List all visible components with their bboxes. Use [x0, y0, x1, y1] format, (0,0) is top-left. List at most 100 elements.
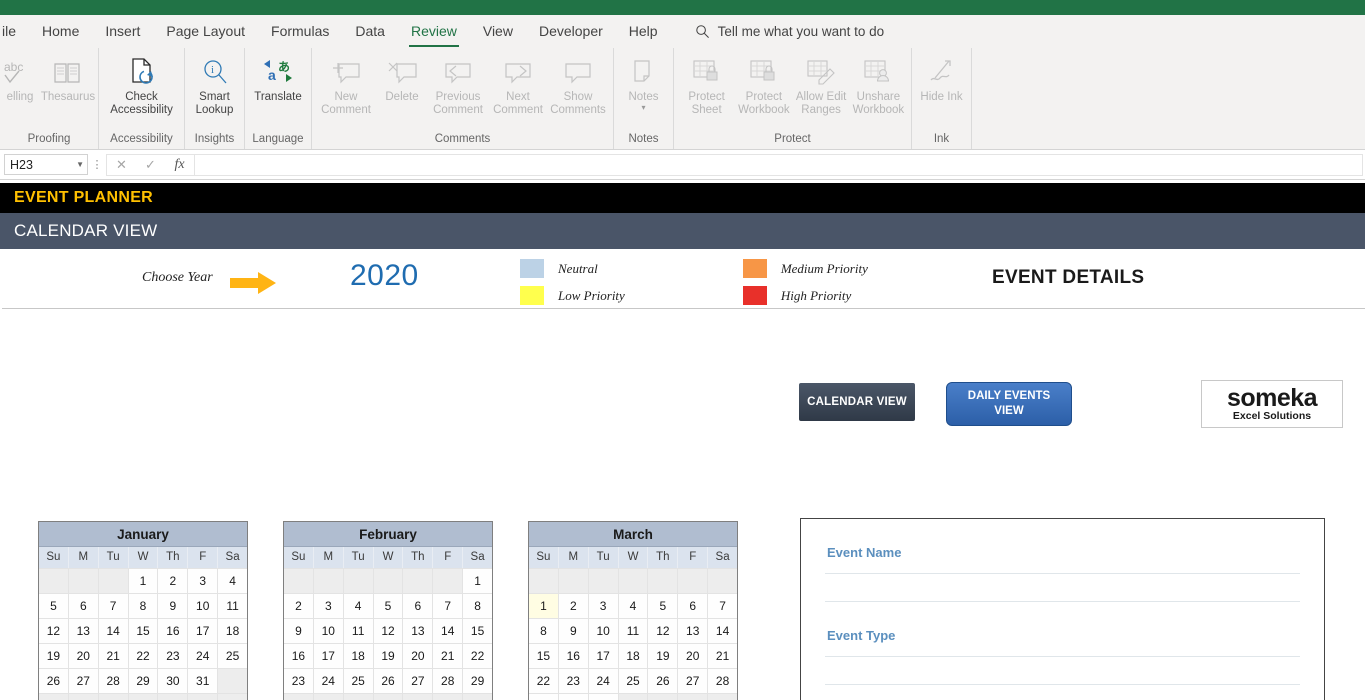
calendar-day-cell[interactable]: 24 — [314, 668, 344, 693]
calendar-day-cell[interactable]: 16 — [284, 643, 314, 668]
calendar-day-cell[interactable]: 31 — [589, 693, 619, 700]
calendar-day-cell[interactable]: 16 — [158, 618, 188, 643]
calendar-day-cell[interactable]: 10 — [314, 618, 344, 643]
tab-data[interactable]: Data — [342, 17, 398, 46]
calendar-day-cell[interactable]: 21 — [99, 643, 129, 668]
tab-file[interactable]: ile — [0, 17, 29, 46]
calendar-day-cell[interactable]: 25 — [619, 668, 649, 693]
calendar-day-cell[interactable]: 23 — [284, 668, 314, 693]
calendar-day-cell[interactable]: 12 — [374, 618, 404, 643]
calendar-day-cell[interactable]: 13 — [678, 618, 708, 643]
calendar-day-cell[interactable]: 25 — [344, 668, 374, 693]
calendar-day-cell[interactable]: 22 — [529, 668, 559, 693]
calendar-day-cell[interactable]: 27 — [678, 668, 708, 693]
allow-edit-ranges-button[interactable]: Allow Edit Ranges — [793, 52, 850, 116]
calendar-day-cell[interactable]: 15 — [463, 618, 492, 643]
calendar-day-cell[interactable]: 4 — [619, 593, 649, 618]
calendar-day-cell[interactable]: 14 — [99, 618, 129, 643]
calendar-day-cell[interactable]: 6 — [69, 593, 99, 618]
calendar-day-cell[interactable]: 17 — [314, 643, 344, 668]
calendar-day-cell[interactable]: 6 — [678, 593, 708, 618]
calendar-day-cell[interactable]: 4 — [218, 568, 247, 593]
name-box[interactable]: H23 ▼ — [4, 154, 88, 175]
delete-comment-button[interactable]: Delete — [376, 52, 428, 104]
calendar-day-cell[interactable]: 4 — [344, 593, 374, 618]
calendar-day-cell[interactable]: 18 — [344, 643, 374, 668]
calendar-day-cell[interactable]: 24 — [188, 643, 218, 668]
calendar-day-cell[interactable]: 19 — [648, 643, 678, 668]
calendar-day-cell[interactable]: 15 — [129, 618, 159, 643]
calendar-day-cell[interactable]: 1 — [463, 568, 492, 593]
next-comment-button[interactable]: Next Comment — [488, 52, 548, 116]
calendar-day-cell[interactable]: 24 — [589, 668, 619, 693]
calendar-day-cell[interactable]: 11 — [218, 593, 247, 618]
calendar-day-cell[interactable]: 30 — [158, 668, 188, 693]
check-accessibility-button[interactable]: Check Accessibility — [112, 52, 172, 116]
calendar-day-cell[interactable]: 11 — [344, 618, 374, 643]
calendar-day-cell[interactable]: 27 — [403, 668, 433, 693]
calendar-day-cell[interactable]: 3 — [314, 593, 344, 618]
calendar-day-cell[interactable]: 17 — [188, 618, 218, 643]
previous-comment-button[interactable]: Previous Comment — [428, 52, 488, 116]
calendar-day-cell[interactable]: 8 — [129, 593, 159, 618]
calendar-day-cell[interactable]: 19 — [374, 643, 404, 668]
calendar-day-cell[interactable]: 1 — [129, 568, 159, 593]
calendar-day-cell[interactable]: 3 — [188, 568, 218, 593]
tab-home[interactable]: Home — [29, 17, 92, 46]
calendar-day-cell[interactable]: 18 — [619, 643, 649, 668]
calendar-day-cell[interactable]: 7 — [708, 593, 737, 618]
calendar-day-cell[interactable]: 26 — [648, 668, 678, 693]
calendar-day-cell[interactable]: 20 — [678, 643, 708, 668]
calendar-day-cell[interactable]: 19 — [39, 643, 69, 668]
calendar-day-cell[interactable]: 9 — [158, 593, 188, 618]
calendar-day-cell[interactable]: 21 — [708, 643, 737, 668]
calendar-day-cell[interactable]: 8 — [529, 618, 559, 643]
chevron-down-icon[interactable]: ▼ — [76, 160, 84, 169]
calendar-day-cell[interactable]: 23 — [158, 643, 188, 668]
calendar-day-cell[interactable]: 28 — [433, 668, 463, 693]
calendar-day-cell[interactable]: 8 — [463, 593, 492, 618]
calendar-view-button[interactable]: CALENDAR VIEW — [796, 380, 918, 424]
calendar-day-cell[interactable]: 2 — [559, 593, 589, 618]
spelling-button[interactable]: abc elling — [0, 52, 42, 104]
translate-button[interactable]: aあ Translate — [249, 52, 307, 104]
calendar-day-cell[interactable]: 6 — [403, 593, 433, 618]
calendar-day-cell[interactable]: 10 — [589, 618, 619, 643]
calendar-day-cell[interactable]: 12 — [648, 618, 678, 643]
tab-page-layout[interactable]: Page Layout — [153, 17, 258, 46]
new-comment-button[interactable]: New Comment — [316, 52, 376, 116]
protect-sheet-button[interactable]: Protect Sheet — [678, 52, 735, 116]
calendar-day-cell[interactable]: 2 — [284, 593, 314, 618]
calendar-day-cell[interactable]: 22 — [463, 643, 492, 668]
confirm-formula-button[interactable]: ✓ — [136, 157, 165, 173]
calendar-day-cell[interactable]: 7 — [99, 593, 129, 618]
calendar-day-cell[interactable]: 15 — [529, 643, 559, 668]
cancel-formula-button[interactable]: ✕ — [107, 157, 136, 173]
tab-developer[interactable]: Developer — [526, 17, 616, 46]
calendar-day-cell[interactable]: 14 — [708, 618, 737, 643]
calendar-day-cell[interactable]: 7 — [433, 593, 463, 618]
calendar-day-cell[interactable]: 29 — [529, 693, 559, 700]
insert-function-icon[interactable]: fx — [165, 157, 194, 173]
calendar-day-cell[interactable]: 5 — [648, 593, 678, 618]
calendar-day-cell[interactable]: 20 — [69, 643, 99, 668]
calendar-day-cell[interactable]: 30 — [559, 693, 589, 700]
calendar-day-cell[interactable]: 26 — [374, 668, 404, 693]
tab-formulas[interactable]: Formulas — [258, 17, 342, 46]
formula-bar-options[interactable]: ⋮ — [88, 158, 106, 171]
event-detail-input[interactable] — [825, 573, 1300, 574]
calendar-day-cell[interactable]: 9 — [559, 618, 589, 643]
calendar-day-cell[interactable]: 11 — [619, 618, 649, 643]
year-value[interactable]: 2020 — [350, 259, 419, 293]
calendar-day-cell[interactable]: 31 — [188, 668, 218, 693]
event-detail-input[interactable] — [825, 656, 1300, 657]
calendar-day-cell[interactable]: 3 — [589, 593, 619, 618]
calendar-day-cell[interactable]: 28 — [708, 668, 737, 693]
smart-lookup-button[interactable]: i Smart Lookup — [189, 52, 240, 116]
thesaurus-button[interactable]: Thesaurus — [42, 52, 94, 104]
calendar-day-cell[interactable]: 5 — [374, 593, 404, 618]
chevron-down-icon[interactable]: ▾ — [641, 104, 645, 111]
formula-input[interactable] — [194, 154, 1363, 176]
daily-events-view-button[interactable]: DAILY EVENTS VIEW — [946, 382, 1072, 426]
calendar-day-cell[interactable]: 18 — [218, 618, 247, 643]
